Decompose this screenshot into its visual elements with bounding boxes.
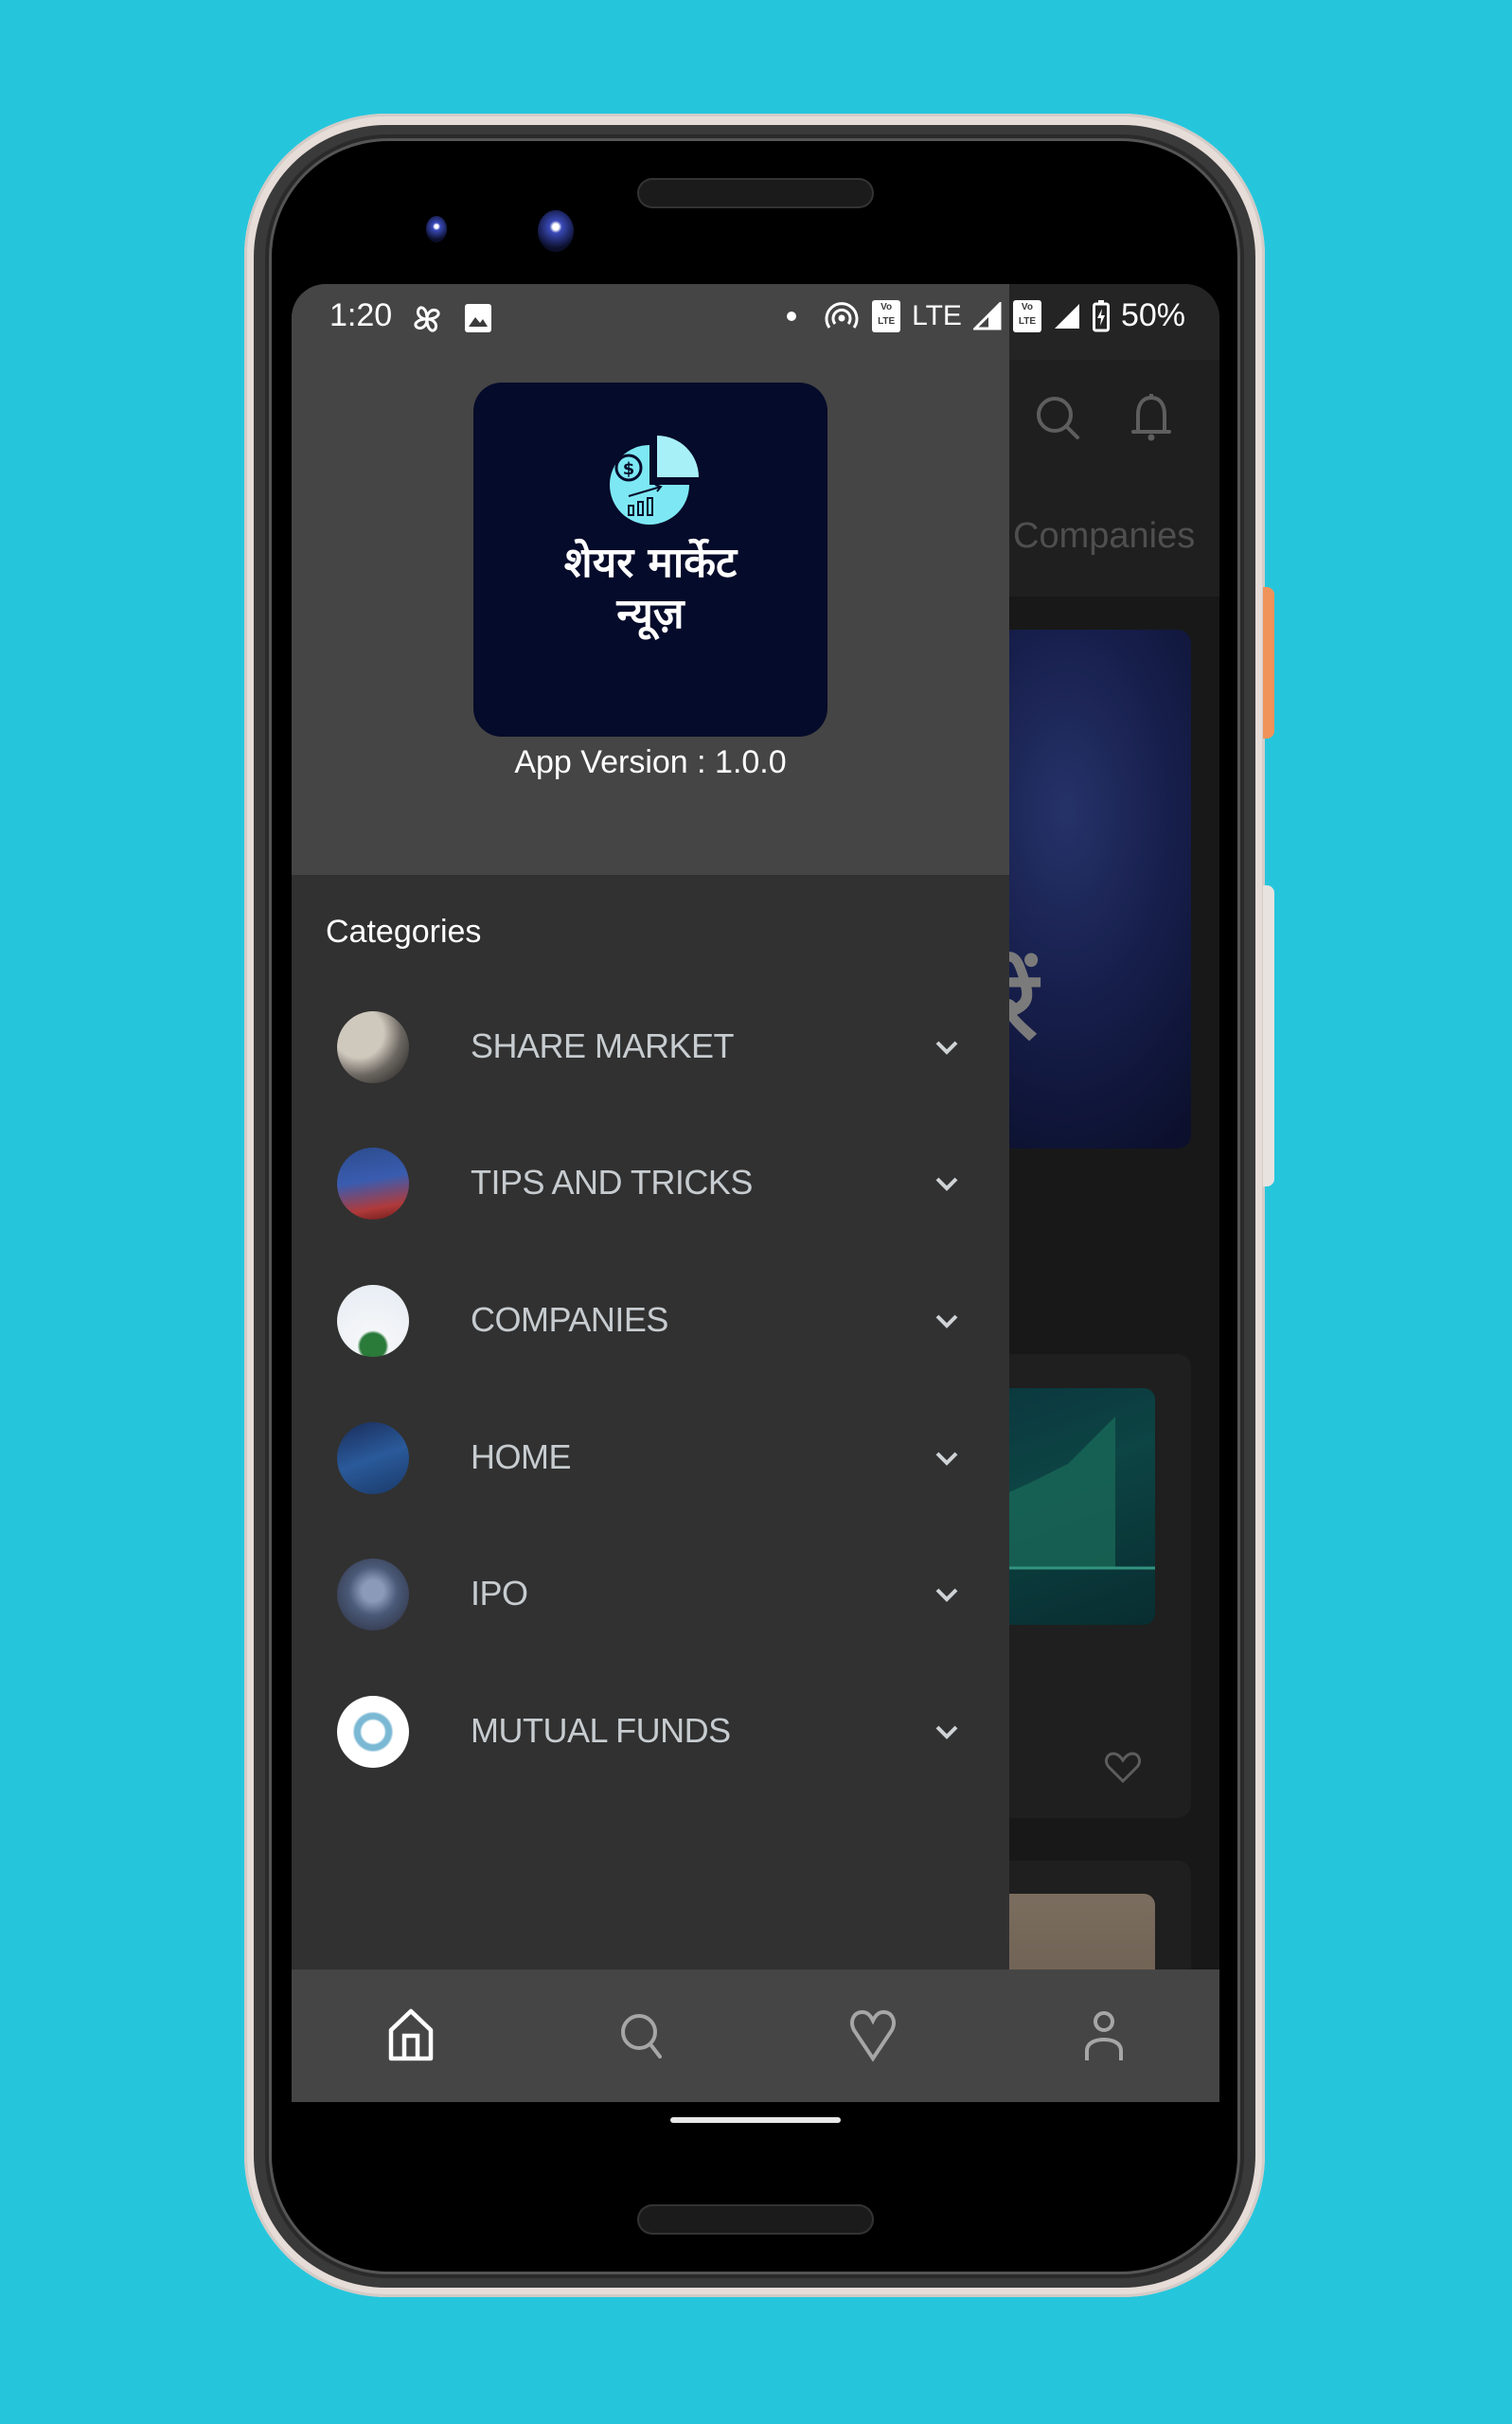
chevron-down-icon[interactable] [932,1306,962,1336]
chevron-down-icon[interactable] [932,1443,962,1473]
app-logo: $ शेयर मार्केट न्यूज़ [473,383,827,737]
search-icon[interactable] [614,2007,670,2064]
pie-chart-icon: $ [610,436,699,525]
category-item-companies[interactable]: COMPANIES [292,1255,1009,1387]
home-icon[interactable] [382,2007,439,2064]
front-sensor [426,216,447,242]
navigation-drawer: $ शेयर मार्केट न्यूज़ App Version : 1.0.… [292,284,1009,1970]
svg-text:$: $ [623,459,635,479]
status-right: Vo LTE LTE Vo LTE 50% [785,297,1185,334]
category-thumb [337,1422,409,1494]
chevron-down-icon[interactable] [932,1717,962,1747]
dot-icon [787,311,797,321]
bottom-navigation [292,1970,1219,2102]
volte-icon: Vo LTE [872,299,901,332]
logo-title-line2: न्यूज़ [616,590,685,638]
category-item-home[interactable]: HOME [292,1392,1009,1524]
category-label: TIPS AND TRICKS [471,1163,753,1202]
category-label: MUTUAL FUNDS [471,1711,731,1750]
signal-icon [1054,303,1079,329]
chevron-down-icon[interactable] [932,1032,962,1062]
battery-percent: 50% [1120,297,1185,333]
category-item-share-market[interactable]: SHARE MARKET [292,981,1009,1114]
network-type: LTE [912,299,962,331]
battery-charging-icon [1092,299,1110,331]
category-label: HOME [471,1437,572,1476]
fan-icon [414,306,440,332]
hotspot-icon [825,301,859,329]
app-version: App Version : 1.0.0 [514,744,787,780]
status-time: 1:20 [329,297,393,333]
category-item-tips-and-tricks[interactable]: TIPS AND TRICKS [292,1117,1009,1250]
category-label: SHARE MARKET [471,1026,735,1065]
category-thumb [337,1011,409,1083]
category-thumb [337,1559,409,1631]
volte-icon: Vo LTE [1012,299,1041,332]
chevron-down-icon[interactable] [932,1579,962,1610]
logo-title-line1: शेयर मार्केट [563,539,738,587]
profile-icon[interactable] [1076,2007,1132,2064]
earpiece-speaker [637,178,874,208]
category-label: IPO [471,1574,528,1613]
chevron-down-icon[interactable] [932,1168,962,1199]
drawer-header: $ शेयर मार्केट न्यूज़ App Version : 1.0.… [292,284,1009,875]
signal-icon [972,301,1002,330]
bottom-speaker [637,2204,874,2235]
status-bar: 1:20 Vo LTE LTE Vo LTE 50% [292,284,1219,360]
image-icon [465,304,491,332]
power-button [1263,587,1274,739]
category-thumb [337,1285,409,1357]
category-item-ipo[interactable]: IPO [292,1528,1009,1661]
category-label: COMPANIES [471,1300,668,1339]
category-thumb [337,1696,409,1768]
screen: Companies बरें 1:20 [292,284,1219,2102]
drawer-scrim[interactable] [1009,360,1219,1970]
category-thumb [337,1148,409,1220]
categories-heading: Categories [326,914,482,950]
front-camera [538,210,574,252]
heart-icon[interactable] [845,2007,901,2064]
gesture-home-indicator[interactable] [670,2117,841,2123]
category-item-mutual-funds[interactable]: MUTUAL FUNDS [292,1666,1009,1798]
volume-button [1263,885,1274,1186]
